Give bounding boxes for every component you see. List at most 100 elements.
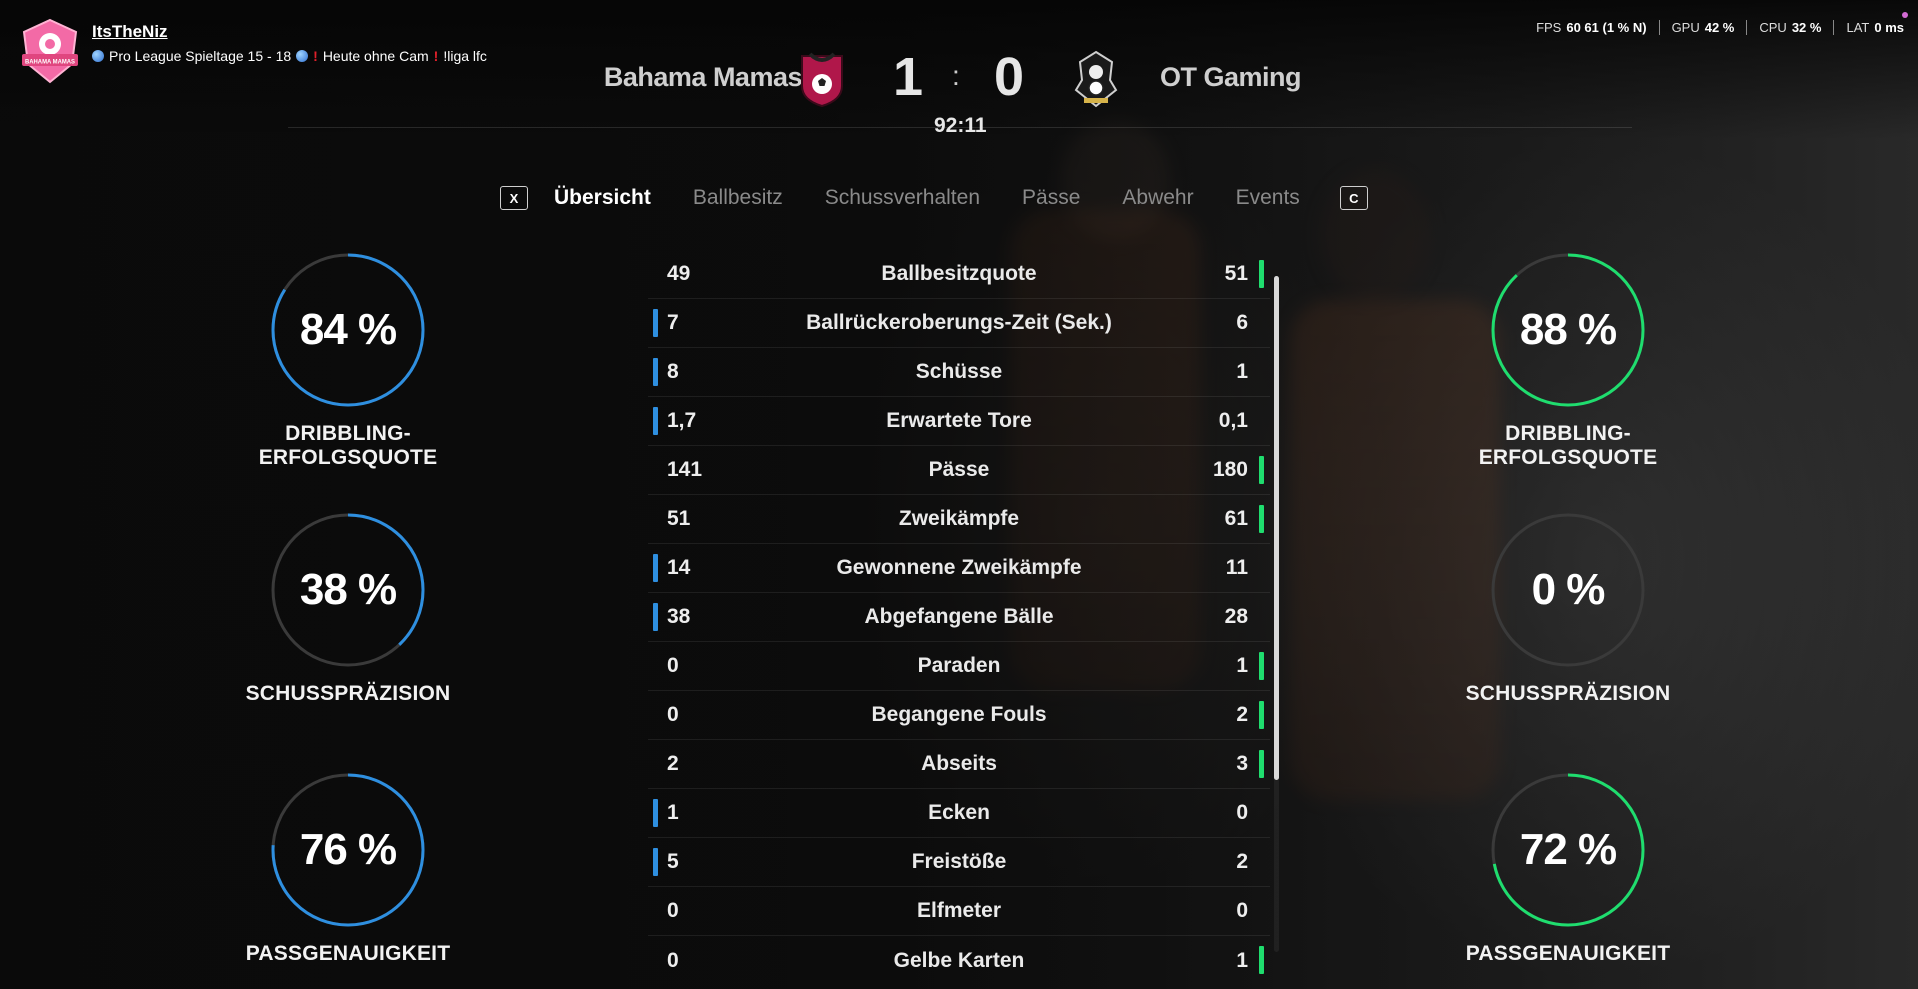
tab-paesse[interactable]: Pässe: [1022, 186, 1080, 210]
away-stat-value: 180: [1212, 458, 1248, 481]
away-team-name: OT Gaming: [1160, 62, 1302, 92]
progress-ring: 88 %: [1490, 252, 1646, 408]
home-stat-circle: 84 % DRIBBLING-ERFOLGSQUOTE: [198, 252, 498, 470]
score-separator: :: [952, 60, 960, 91]
home-team-crest-icon: [798, 50, 846, 108]
home-leader-marker: [653, 407, 658, 435]
away-stat-value: 61: [1224, 507, 1248, 530]
home-stat-value: 7: [667, 311, 679, 334]
percentage-value: 76 %: [299, 825, 397, 874]
away-stat-value: 0,1: [1218, 409, 1248, 432]
away-leader-marker: [1259, 505, 1264, 533]
stat-label: Pässe: [928, 458, 990, 481]
gpu-readout: GPU 42 %: [1672, 20, 1748, 35]
away-team-crest-icon: [1072, 50, 1120, 108]
home-stat-value: 1,7: [667, 409, 697, 432]
stat-label: Elfmeter: [916, 899, 1002, 922]
home-stat-circle: 38 % SCHUSSPRÄZISION: [198, 512, 498, 706]
home-team-name: Bahama Mamas: [603, 62, 803, 92]
performance-overlay: FPS 60 61 (1 % N) GPU 42 % CPU 32 % LAT 0 ms: [1536, 12, 1908, 35]
streamer-name[interactable]: ItsTheNiz: [92, 22, 487, 42]
stat-row: 0 Elfmeter 0: [648, 887, 1270, 936]
home-stat-value: 0: [667, 948, 679, 972]
exclamation-icon: !: [313, 48, 318, 64]
away-leader-marker: [1259, 701, 1264, 729]
away-leader-marker: [1259, 260, 1264, 288]
away-stat-value: 3: [1236, 752, 1248, 775]
stat-label: Ballrückeroberungs-Zeit (Sek.): [806, 311, 1112, 334]
prev-tab-key-hint[interactable]: X: [500, 186, 528, 210]
tab-abwehr[interactable]: Abwehr: [1122, 186, 1193, 210]
home-stat-value: 8: [667, 360, 679, 383]
logo-text: BAHAMA MAMAS: [25, 59, 76, 66]
away-stat-value: 0: [1236, 899, 1248, 922]
stat-row: 38 Abgefangene Bälle 28: [648, 593, 1270, 642]
stat-row: 0 Paraden 1: [648, 642, 1270, 691]
streamer-overlay: BAHAMA MAMAS ItsTheNiz Pro League Spielt…: [18, 18, 487, 84]
progress-ring: 76 %: [270, 772, 426, 928]
stat-label: Gewonnene Zweikämpfe: [836, 556, 1082, 579]
stat-row: 8 Schüsse 1: [648, 348, 1270, 397]
home-stat-value: 51: [667, 507, 691, 530]
away-leader-marker: [1259, 456, 1264, 484]
home-stat-value: 0: [667, 654, 679, 677]
stat-label: Zweikämpfe: [898, 507, 1020, 530]
stat-row: 1 Ecken 0: [648, 789, 1270, 838]
scoreboard: Bahama Mamas 1 : 0 OT Gaming: [560, 44, 1360, 108]
percentage-value: 0 %: [1531, 565, 1606, 614]
away-leader-marker: [1259, 750, 1264, 778]
home-stat-value: 5: [667, 850, 679, 873]
stat-label: Gelbe Karten: [893, 948, 1025, 972]
stat-circle-label: PASSGENAUIGKEIT: [1465, 942, 1671, 965]
stat-circle-label: PASSGENAUIGKEIT: [245, 942, 451, 965]
latency-readout: LAT 0 ms: [1846, 12, 1908, 35]
away-stat-value: 1: [1236, 360, 1248, 383]
next-tab-key-hint[interactable]: C: [1339, 186, 1368, 210]
home-leader-marker: [653, 309, 658, 337]
stat-row: 49 Ballbesitzquote 51: [648, 250, 1270, 299]
progress-ring: 38 %: [270, 512, 426, 668]
home-stat-value: 14: [667, 556, 691, 579]
home-stat-value: 2: [667, 752, 679, 775]
home-leader-marker: [653, 799, 658, 827]
away-stat-value: 2: [1236, 850, 1248, 873]
percentage-value: 84 %: [299, 305, 397, 354]
stat-label: Paraden: [917, 654, 1001, 677]
home-leader-marker: [653, 554, 658, 582]
home-stat-value: 49: [667, 262, 691, 285]
bahama-mamas-logo: BAHAMA MAMAS: [18, 18, 82, 84]
percentage-value: 88 %: [1519, 305, 1617, 354]
stat-circle-label: SCHUSSPRÄZISION: [1465, 682, 1671, 705]
away-stat-circle: 72 % PASSGENAUIGKEIT: [1418, 772, 1718, 966]
match-clock: 92:11: [934, 114, 987, 137]
home-stat-circle: 76 % PASSGENAUIGKEIT: [198, 772, 498, 966]
stat-row: 0 Gelbe Karten 1: [648, 936, 1270, 985]
home-stat-value: 38: [667, 605, 691, 628]
tab-events[interactable]: Events: [1236, 186, 1300, 210]
stat-circle-label: DRIBBLING-ERFOLGSQUOTE: [1478, 422, 1658, 469]
home-leader-marker: [653, 358, 658, 386]
stat-row: 141 Pässe 180: [648, 446, 1270, 495]
stream-title-part2: Heute ohne Cam: [322, 48, 429, 64]
stat-label: Ballbesitzquote: [881, 262, 1037, 285]
stats-tabs: X Übersicht Ballbesitz Schussverhalten P…: [500, 186, 1368, 210]
stream-title-part3: !liga lfc: [443, 48, 487, 64]
stream-title-part1: Pro League Spieltage 15 - 18: [109, 48, 292, 64]
stat-row: 51 Zweikämpfe 61: [648, 495, 1270, 544]
away-stat-value: 6: [1236, 311, 1248, 334]
home-score: 1: [893, 47, 924, 107]
stat-label: Abseits: [921, 752, 997, 775]
home-stat-value: 0: [667, 899, 679, 922]
stat-label: Abgefangene Bälle: [864, 605, 1054, 628]
away-stat-circle: 0 % SCHUSSPRÄZISION: [1418, 512, 1718, 706]
stats-scrollbar[interactable]: [1274, 276, 1279, 780]
stat-row: 0 Begangene Fouls 2: [648, 691, 1270, 740]
stats-table: 49 Ballbesitzquote 51 7 Ballrückeroberungs-Z…: [648, 250, 1270, 985]
tab-uebersicht[interactable]: Übersicht: [554, 186, 651, 210]
globe-icon: [296, 50, 309, 62]
cpu-readout: CPU 32 %: [1759, 20, 1835, 35]
tab-schussverhalten[interactable]: Schussverhalten: [825, 186, 980, 210]
tab-ballbesitz[interactable]: Ballbesitz: [693, 186, 783, 210]
stat-circle-label: SCHUSSPRÄZISION: [245, 682, 451, 705]
stat-label: Erwartete Tore: [886, 409, 1032, 432]
